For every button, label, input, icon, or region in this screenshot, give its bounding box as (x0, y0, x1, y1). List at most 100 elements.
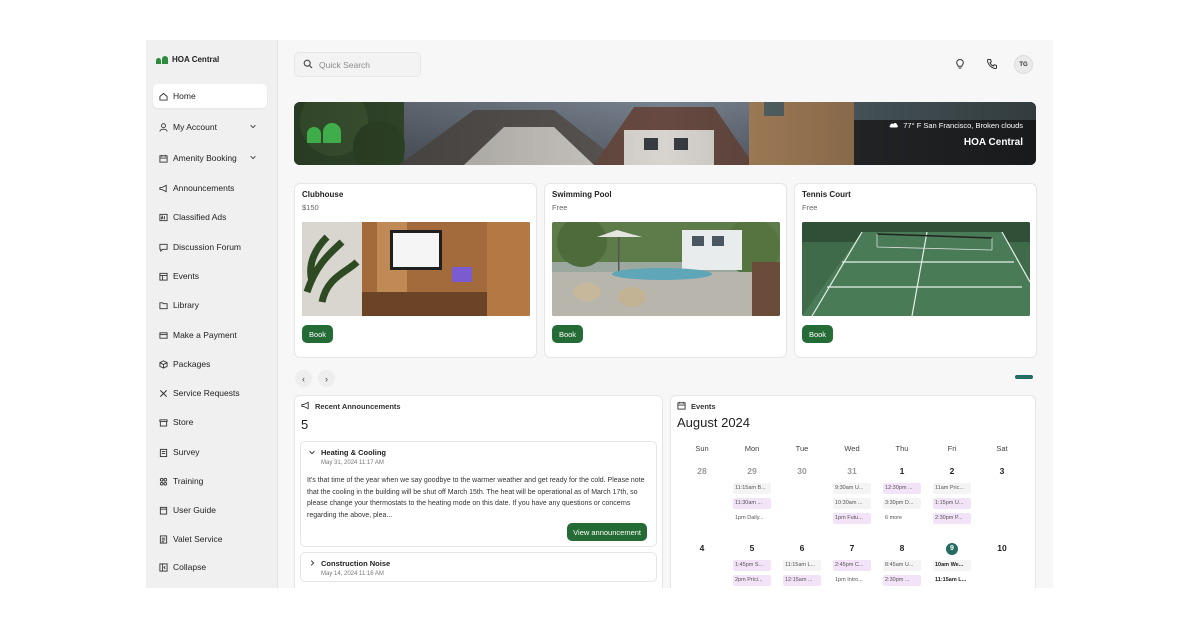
calendar-day[interactable]: 8 (877, 543, 927, 553)
calendar-event[interactable]: 11:15am L... (783, 560, 821, 571)
calendar-event[interactable]: 10am We... (933, 560, 971, 571)
phone-icon[interactable] (984, 56, 1000, 72)
today-marker: 9 (946, 543, 958, 555)
carousel-indicator[interactable] (1015, 375, 1033, 379)
folder-icon (159, 301, 168, 310)
sidebar-item-my-account[interactable]: My Account (153, 115, 267, 139)
calendar-day[interactable]: 30 (777, 466, 827, 476)
sidebar-item-announcements[interactable]: Announcements (153, 176, 267, 200)
search-input[interactable] (319, 59, 409, 70)
calendar-day[interactable]: 5 (727, 543, 777, 553)
calendar-event[interactable]: 12:15am ... (783, 575, 821, 586)
carousel-prev-button[interactable]: ‹ (295, 370, 312, 387)
sidebar-item-packages[interactable]: Packages (153, 352, 267, 376)
sidebar-item-library[interactable]: Library (153, 293, 267, 317)
calendar-event[interactable]: 11am Pric... (933, 483, 971, 494)
weekday-label: Sun (695, 444, 709, 453)
brand[interactable]: HOA Central (156, 55, 219, 64)
calendar-event[interactable]: 11:15am L... (933, 575, 971, 586)
sidebar-item-label: Amenity Booking (173, 153, 237, 163)
sidebar-item-home[interactable]: Home (153, 84, 267, 108)
calendar-event[interactable]: 2pm Prici... (733, 575, 771, 586)
calendar-day[interactable]: 10 (977, 543, 1027, 553)
sidebar-item-classified-ads[interactable]: Classified Ads (153, 205, 267, 229)
calendar-event[interactable]: 11:30am ... (733, 498, 771, 509)
sidebar-item-make-a-payment[interactable]: Make a Payment (153, 323, 267, 347)
calendar-event[interactable]: 10:30am ... (833, 498, 871, 509)
sidebar-collapse-button[interactable]: Collapse (153, 555, 267, 579)
weekday-label: Tue (795, 444, 809, 453)
calendar-day-today[interactable]: 9 (927, 542, 977, 555)
chevron-down-icon (249, 122, 257, 132)
calendar-event[interactable]: 2:30pm ... (883, 575, 921, 586)
sidebar-item-label: Valet Service (173, 534, 223, 544)
calendar-event[interactable]: 12:30pm ... (883, 483, 921, 494)
calendar-day[interactable]: 3 (977, 466, 1027, 476)
sidebar-item-label: Events (173, 271, 199, 281)
calendar-event[interactable]: 11:15am B... (733, 483, 771, 494)
book-tennis-button[interactable]: Book (802, 325, 833, 343)
calendar-day[interactable]: 2 (927, 466, 977, 476)
announcement-item[interactable]: Heating & Cooling May 31, 2024 11:17 AM … (300, 441, 657, 547)
calendar-event[interactable]: 9:30am U... (833, 483, 871, 494)
calendar-event[interactable]: 1pm Intro... (833, 575, 871, 586)
amenity-price: Free (552, 203, 568, 212)
book-clubhouse-button[interactable]: Book (302, 325, 333, 343)
sidebar-item-training[interactable]: Training (153, 469, 267, 493)
brand-name: HOA Central (172, 55, 220, 64)
sidebar-item-label: My Account (173, 122, 217, 132)
calendar-day[interactable]: 6 (777, 543, 827, 553)
carousel-next-button[interactable]: › (318, 370, 335, 387)
chevron-right-icon[interactable] (308, 559, 316, 569)
home-icon (159, 92, 168, 101)
calendar-event[interactable]: 2:45pm C... (833, 560, 871, 571)
calendar-day[interactable]: 1 (877, 466, 927, 476)
calendar-event[interactable]: 1:45pm S... (733, 560, 771, 571)
calendar-day[interactable]: 31 (827, 466, 877, 476)
chevron-down-icon[interactable] (308, 448, 316, 458)
calendar-event[interactable]: 1pm Daily... (733, 513, 771, 524)
sidebar-item-label: Make a Payment (173, 330, 237, 340)
valet-icon (159, 534, 168, 544)
megaphone-icon (159, 184, 168, 193)
weekday-label: Wed (844, 444, 860, 453)
sidebar-item-events[interactable]: Events (153, 264, 267, 288)
megaphone-icon (301, 401, 310, 412)
calendar-day[interactable]: 7 (827, 543, 877, 553)
sidebar-item-user-guide[interactable]: User Guide (153, 498, 267, 522)
sidebar-item-survey[interactable]: Survey (153, 440, 267, 464)
search-box[interactable] (294, 52, 421, 77)
announcement-date: May 14, 2024 11:16 AM (321, 571, 384, 577)
calendar-event[interactable]: 2:30pm P... (933, 513, 971, 524)
events-panel: Events August 2024 Sun Mon Tue Wed Thu F… (670, 395, 1036, 588)
pool-photo (552, 222, 780, 316)
sidebar-item-label: Store (173, 417, 194, 427)
chat-icon (159, 243, 168, 252)
collapse-icon (159, 562, 168, 572)
sidebar-item-discussion-forum[interactable]: Discussion Forum (153, 235, 267, 259)
calendar-month: August 2024 (677, 415, 751, 430)
announcements-count: 5 (301, 417, 309, 432)
calendar-day[interactable]: 4 (677, 543, 727, 553)
book-pool-button[interactable]: Book (552, 325, 583, 343)
more-events-link[interactable]: 6 more (883, 513, 921, 524)
user-avatar[interactable]: TG (1014, 55, 1033, 74)
sidebar-item-store[interactable]: Store (153, 410, 267, 434)
sidebar-item-valet-service[interactable]: Valet Service (153, 527, 267, 551)
calendar-event[interactable]: 8:45am U... (883, 560, 921, 571)
calendar-day[interactable]: 28 (677, 466, 727, 476)
weather-text: 77° F San Francisco, Broken clouds (903, 121, 1023, 130)
view-announcement-button[interactable]: View announcement (567, 523, 647, 541)
lightbulb-icon[interactable] (952, 56, 968, 72)
calendar-day[interactable]: 29 (727, 466, 777, 476)
calendar-event[interactable]: 1pm Futu... (833, 513, 871, 524)
announcement-item[interactable]: Construction Noise May 14, 2024 11:16 AM (300, 552, 657, 582)
calendar-event[interactable]: 1:15pm U... (933, 498, 971, 509)
sidebar-item-amenity-booking[interactable]: Amenity Booking (153, 146, 267, 170)
hero-banner: 77° F San Francisco, Broken clouds HOA C… (294, 102, 1036, 165)
calendar-event[interactable]: 3:30pm D... (883, 498, 921, 509)
events-title: Events (691, 402, 716, 411)
sidebar-item-label: Classified Ads (173, 212, 227, 222)
sidebar-item-service-requests[interactable]: Service Requests (153, 381, 267, 405)
app-window: HOA Central Home My Account Amenity Book… (146, 40, 1053, 588)
